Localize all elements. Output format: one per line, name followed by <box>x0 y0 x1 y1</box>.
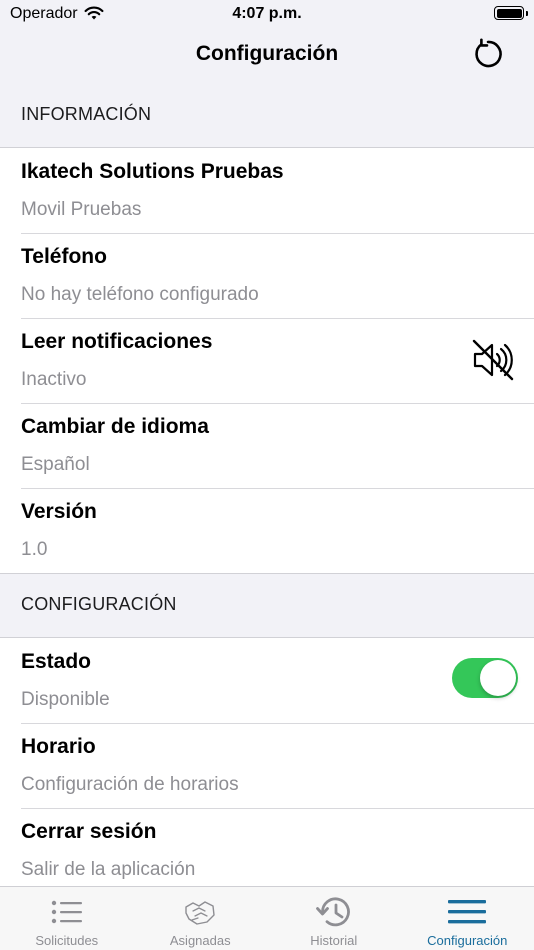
row-title: Cerrar sesión <box>21 820 157 843</box>
row-subtitle: Español <box>21 454 90 475</box>
row-logout[interactable]: Cerrar sesión Salir de la aplicación <box>0 808 534 893</box>
availability-toggle[interactable] <box>452 658 518 698</box>
info-group: Ikatech Solutions Pruebas Movil Pruebas … <box>0 147 534 574</box>
section-header-info: INFORMACIÓN <box>21 104 152 124</box>
tab-label: Historial <box>310 933 358 948</box>
row-schedule[interactable]: Horario Configuración de horarios <box>0 723 534 808</box>
row-subtitle: Salir de la aplicación <box>21 859 196 880</box>
clock: 4:07 p.m. <box>232 5 302 22</box>
row-subtitle: 1.0 <box>21 539 48 560</box>
row-title: Ikatech Solutions Pruebas <box>21 160 284 183</box>
row-version: Versión 1.0 <box>0 488 534 573</box>
config-group: Estado Disponible Horario Configuración … <box>0 637 534 897</box>
row-title: Versión <box>21 500 97 523</box>
navigation-bar: Configuración <box>0 28 534 82</box>
tab-label: Configuración <box>427 933 508 948</box>
tab-asignadas[interactable]: Asignadas <box>134 887 268 950</box>
section-header-config: CONFIGURACIÓN <box>21 594 177 614</box>
row-subtitle: No hay teléfono configurado <box>21 284 259 305</box>
row-language[interactable]: Cambiar de idioma Español <box>0 403 534 488</box>
row-title: Leer notificaciones <box>21 330 213 353</box>
tab-solicitudes[interactable]: Solicitudes <box>0 887 134 950</box>
refresh-button[interactable] <box>470 36 506 72</box>
tab-label: Asignadas <box>169 933 231 948</box>
tab-bar: Solicitudes Asignadas Historial Configur… <box>0 886 534 950</box>
tab-label: Solicitudes <box>35 933 99 948</box>
row-read-notifications[interactable]: Leer notificaciones Inactivo <box>0 318 534 403</box>
row-title: Horario <box>21 735 96 758</box>
status-bar: Operador 4:07 p.m. <box>0 0 534 28</box>
row-subtitle: Configuración de horarios <box>21 774 239 795</box>
battery-icon <box>494 6 528 20</box>
row-title: Teléfono <box>21 245 107 268</box>
toggle-knob <box>480 660 516 696</box>
history-icon <box>314 895 354 929</box>
row-subtitle: Disponible <box>21 689 110 710</box>
row-title: Estado <box>21 650 92 673</box>
row-company[interactable]: Ikatech Solutions Pruebas Movil Pruebas <box>0 148 534 233</box>
row-title: Cambiar de idioma <box>21 415 209 438</box>
menu-icon <box>447 895 487 929</box>
handshake-icon <box>180 895 220 929</box>
tab-configuracion[interactable]: Configuración <box>401 887 534 950</box>
speaker-muted-icon[interactable] <box>470 337 516 383</box>
row-status: Estado Disponible <box>0 638 534 723</box>
refresh-icon <box>475 38 502 68</box>
row-subtitle: Movil Pruebas <box>21 199 142 220</box>
list-icon <box>47 895 87 929</box>
row-phone[interactable]: Teléfono No hay teléfono configurado <box>0 233 534 318</box>
tab-historial[interactable]: Historial <box>267 887 401 950</box>
page-title: Configuración <box>195 42 339 65</box>
row-subtitle: Inactivo <box>21 369 87 390</box>
